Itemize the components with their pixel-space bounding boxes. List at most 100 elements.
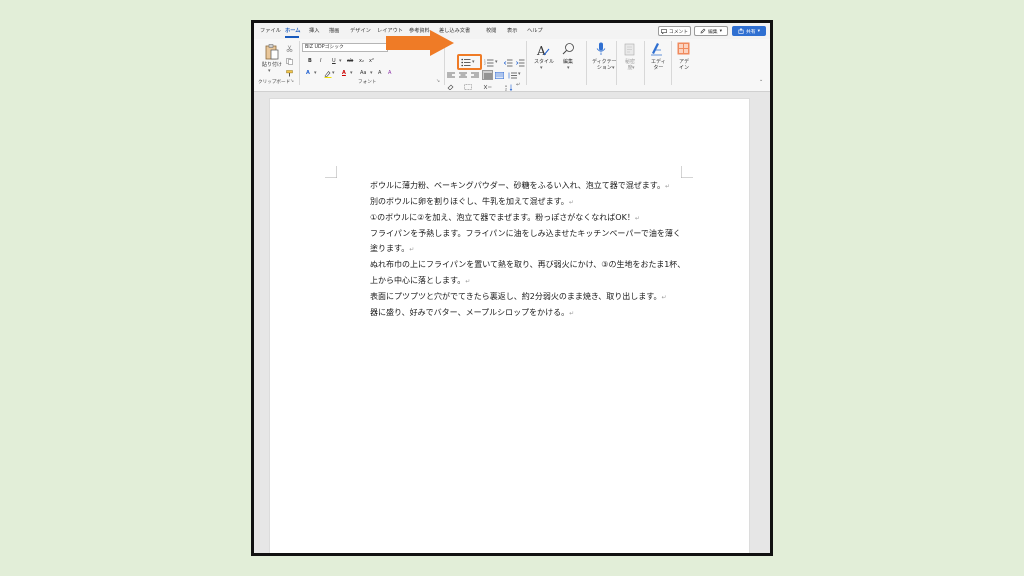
crop-mark <box>681 166 693 178</box>
document-body[interactable]: ボウルに薄力粉、ベーキングパウダー、砂糖をふるい入れ、泡立て器で混ぜます。↵ 別… <box>370 178 686 321</box>
search-icon[interactable] <box>562 42 575 55</box>
document-page[interactable]: ボウルに薄力粉、ベーキングパウダー、砂糖をふるい入れ、泡立て器で混ぜます。↵ 別… <box>269 98 750 553</box>
sensitivity-icon[interactable] <box>624 43 636 56</box>
active-tab-indicator <box>285 36 299 38</box>
subscript-icon[interactable]: x₂ <box>359 58 364 65</box>
tab-insert[interactable]: 挿入 <box>309 27 319 34</box>
divider <box>299 41 300 85</box>
underline-icon[interactable]: U <box>332 58 336 65</box>
justify-button[interactable] <box>482 70 493 80</box>
editor-label: エディ ター <box>651 59 666 71</box>
tab-draw[interactable]: 描画 <box>329 27 339 34</box>
divider <box>671 41 672 85</box>
change-case-icon[interactable]: Aa <box>360 70 366 77</box>
cut-icon[interactable] <box>286 45 293 52</box>
chevron-down-icon[interactable]: ▾ <box>540 65 543 72</box>
copy-icon[interactable] <box>286 58 293 65</box>
chevron-down-icon[interactable]: ⌄ <box>759 77 763 84</box>
paste-label: 貼り付け <box>262 62 283 68</box>
italic-icon[interactable]: I <box>320 58 321 65</box>
tab-review[interactable]: 校閲 <box>486 27 496 34</box>
chevron-down-icon: ▾ <box>719 28 723 34</box>
chevron-down-icon[interactable]: ▾ <box>332 70 335 77</box>
align-left-icon[interactable] <box>447 72 455 79</box>
chevron-down-icon[interactable]: ▾ <box>339 58 342 65</box>
font-color-icon[interactable]: A <box>342 70 346 77</box>
divider <box>616 41 617 85</box>
bold-icon[interactable]: B <box>308 58 312 65</box>
show-formatting-marks-icon[interactable]: ↵ <box>516 82 520 89</box>
dialog-launcher-icon[interactable]: ↘ <box>436 79 440 84</box>
edit-mode-button[interactable]: 編集 ▾ <box>694 26 728 36</box>
distributed-icon[interactable] <box>495 72 504 79</box>
strikethrough-icon[interactable]: ab <box>347 58 353 65</box>
asian-layout-icon[interactable] <box>483 84 492 90</box>
document-area: ボウルに薄力粉、ベーキングパウダー、砂糖をふるい入れ、泡立て器で混ぜます。↵ 別… <box>254 93 770 553</box>
paragraph: フライパンを予熱します。フライパンに油をしみ込ませたキッチンペーパーで油を薄く塗… <box>370 229 681 254</box>
font-name-dropdown[interactable]: BIZ UDPゴシック <box>302 43 388 52</box>
microphone-icon[interactable] <box>596 42 606 56</box>
paste-icon[interactable] <box>264 43 280 61</box>
comment-button[interactable]: コメント <box>658 26 691 36</box>
grow-font-icon[interactable]: A <box>378 70 381 77</box>
sort-icon[interactable]: AZ <box>505 84 513 91</box>
paragraph: 表面にプツプツと穴がでてきたら裏返し、約2分弱火のまま焼き、取り出します。↵ <box>370 291 667 301</box>
chevron-down-icon[interactable]: ▾ <box>268 68 271 75</box>
divider <box>586 41 587 85</box>
paragraph: ボウルに薄力粉、ベーキングパウダー、砂糖をふるい入れ、泡立て器で混ぜます。↵ <box>370 181 670 190</box>
dialog-launcher-icon[interactable]: ↘ <box>290 79 294 84</box>
align-center-icon[interactable] <box>459 72 467 79</box>
share-label: 共有 <box>745 29 756 35</box>
share-icon <box>738 28 744 34</box>
style-gallery-icon[interactable]: A <box>536 43 550 57</box>
tab-design[interactable]: デザイン <box>350 27 371 34</box>
text-effects-icon[interactable]: A <box>306 70 310 77</box>
clear-formatting-icon[interactable]: A <box>388 70 391 77</box>
numbered-list-icon[interactable]: 12 <box>484 59 494 67</box>
chevron-down-icon[interactable]: ▾ <box>612 65 615 72</box>
decrease-indent-icon[interactable] <box>504 59 513 67</box>
crop-mark <box>325 166 337 178</box>
comment-icon <box>661 28 667 34</box>
divider <box>526 41 527 85</box>
ribbon: 貼り付け ▾ クリップボード ↘ BIZ UDPゴシック B I U ▾ ab … <box>254 39 770 102</box>
chevron-down-icon[interactable]: ▾ <box>495 59 498 66</box>
chevron-down-icon[interactable]: ▾ <box>370 70 373 77</box>
paragraph: ぬれ布巾の上にフライパンを置いて熱を取り、再び弱火にかけ、③の生地をおたま1杯、… <box>370 260 686 285</box>
chevron-down-icon[interactable]: ▾ <box>314 70 317 77</box>
clipboard-group-label: クリップボード <box>258 80 291 85</box>
superscript-icon[interactable]: x² <box>369 58 374 65</box>
share-button[interactable]: 共有 ▾ <box>732 26 766 36</box>
increase-indent-icon[interactable] <box>516 59 525 67</box>
tab-file[interactable]: ファイル <box>260 27 281 34</box>
format-painter-icon[interactable] <box>286 70 293 77</box>
pencil-icon <box>700 28 706 34</box>
designer-label: アデ イン <box>679 59 690 71</box>
editor-icon[interactable] <box>650 42 663 56</box>
edit-mode-label: 編集 <box>707 29 718 35</box>
menu-bar: ファイル ホーム 挿入 描画 デザイン レイアウト 参考資料 差し込み文書 校閲… <box>254 23 770 39</box>
chevron-down-icon[interactable]: ▾ <box>567 65 570 72</box>
word-window: ファイル ホーム 挿入 描画 デザイン レイアウト 参考資料 差し込み文書 校閲… <box>251 20 773 556</box>
tab-help[interactable]: ヘルプ <box>527 27 543 34</box>
paragraph: 器に盛り、好みでバター、メープルシロップをかける。↵ <box>370 307 575 317</box>
chevron-down-icon[interactable]: ▾ <box>350 70 353 77</box>
divider <box>644 41 645 85</box>
borders-icon[interactable] <box>464 84 472 90</box>
align-right-icon[interactable] <box>471 72 479 79</box>
shading-icon[interactable] <box>447 84 455 90</box>
style-label: スタイル <box>534 59 555 65</box>
line-spacing-icon[interactable] <box>508 72 517 79</box>
chevron-down-icon: ▾ <box>757 28 761 34</box>
font-group-label: フォント <box>358 80 377 85</box>
justify-icon <box>484 73 492 78</box>
designer-icon[interactable] <box>677 42 690 55</box>
highlight-box <box>457 54 482 70</box>
chevron-down-icon[interactable]: ▾ <box>632 65 635 72</box>
paragraph: 別のボウルに卵を割りほぐし、牛乳を加えて混ぜます。↵ <box>370 197 574 207</box>
tab-home[interactable]: ホーム <box>285 27 300 34</box>
comment-label: コメント <box>668 29 689 35</box>
chevron-down-icon[interactable]: ▾ <box>518 71 521 78</box>
highlighter-icon[interactable] <box>324 70 332 78</box>
tab-view[interactable]: 表示 <box>507 27 517 34</box>
